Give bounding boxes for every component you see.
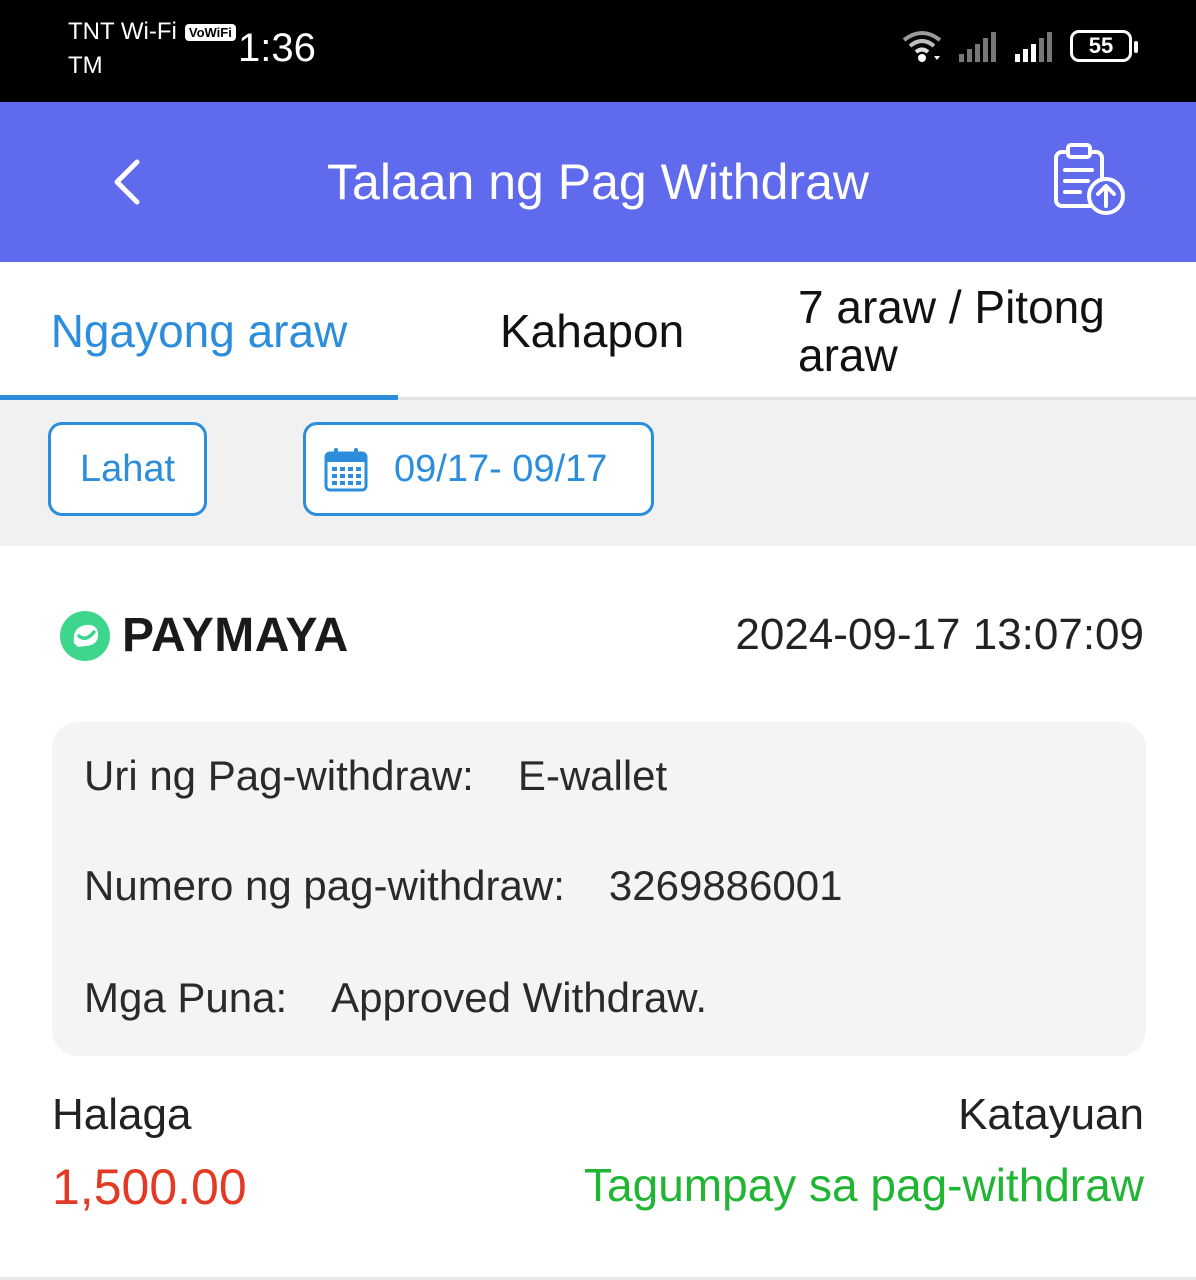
calendar-icon: [324, 448, 368, 492]
filter-bar: Lahat 09/17- 09/17: [0, 400, 1196, 546]
withdraw-details-box: Uri ng Pag-withdraw: E-wallet Numero ng …: [52, 722, 1146, 1056]
status-badge: Tagumpay sa pag-withdraw: [584, 1159, 1144, 1211]
tab-yesterday[interactable]: Kahapon: [500, 262, 684, 400]
battery-indicator: 55: [1070, 30, 1138, 62]
detail-label: Numero ng pag-withdraw:: [84, 862, 565, 909]
provider-info: PAYMAYA: [58, 608, 349, 663]
vowifi-badge: VoWiFi: [184, 23, 236, 41]
status-label: Katayuan: [958, 1090, 1144, 1139]
date-range-label: 09/17- 09/17: [394, 447, 608, 490]
signal-icon-sim1: [959, 32, 996, 62]
carrier-secondary: TM: [68, 52, 103, 79]
status-bar: TNT Wi-Fi VoWiFi TM 1:36 55: [0, 0, 1196, 102]
filter-all-button[interactable]: Lahat: [48, 422, 207, 516]
detail-label: Uri ng Pag-withdraw:: [84, 752, 474, 799]
withdraw-record-card: PAYMAYA 2024-09-17 13:07:09 Uri ng Pag-w…: [0, 546, 1196, 1280]
amount-value: 1,500.00: [52, 1159, 247, 1215]
page-title: Talaan ng Pag Withdraw: [327, 154, 869, 210]
detail-value: E-wallet: [517, 752, 668, 799]
detail-remarks: Mga Puna: Approved Withdraw.: [84, 974, 707, 1022]
provider-name: PAYMAYA: [122, 609, 349, 662]
export-record-button[interactable]: [1050, 140, 1130, 220]
detail-withdraw-number: Numero ng pag-withdraw: 3269886001: [84, 862, 842, 910]
wifi-icon: [902, 31, 942, 62]
paymaya-logo-icon: [60, 610, 110, 661]
status-clock: 1:36: [238, 26, 316, 70]
signal-icon-sim2: [1015, 32, 1052, 62]
tab-today[interactable]: Ngayong araw: [0, 262, 398, 400]
tab-last-7-days[interactable]: 7 araw / Pitong araw: [798, 262, 1158, 400]
amount-label: Halaga: [52, 1090, 192, 1139]
detail-withdraw-type: Uri ng Pag-withdraw: E-wallet: [84, 752, 667, 800]
carrier-name: TNT Wi-Fi: [68, 18, 177, 45]
date-tabs: Ngayong araw Kahapon 7 araw / Pitong ara…: [0, 262, 1196, 400]
detail-value: 3269886001: [608, 862, 843, 909]
carrier-info: TNT Wi-Fi VoWiFi: [68, 18, 236, 46]
status-icons: 55: [900, 28, 1138, 64]
clipboard-upload-icon: [1054, 143, 1125, 215]
detail-label: Mga Puna:: [84, 974, 288, 1021]
date-range-picker[interactable]: 09/17- 09/17: [303, 422, 654, 516]
app-header: Talaan ng Pag Withdraw: [0, 102, 1196, 262]
detail-value: Approved Withdraw.: [331, 974, 707, 1021]
record-datetime: 2024-09-17 13:07:09: [735, 610, 1144, 659]
